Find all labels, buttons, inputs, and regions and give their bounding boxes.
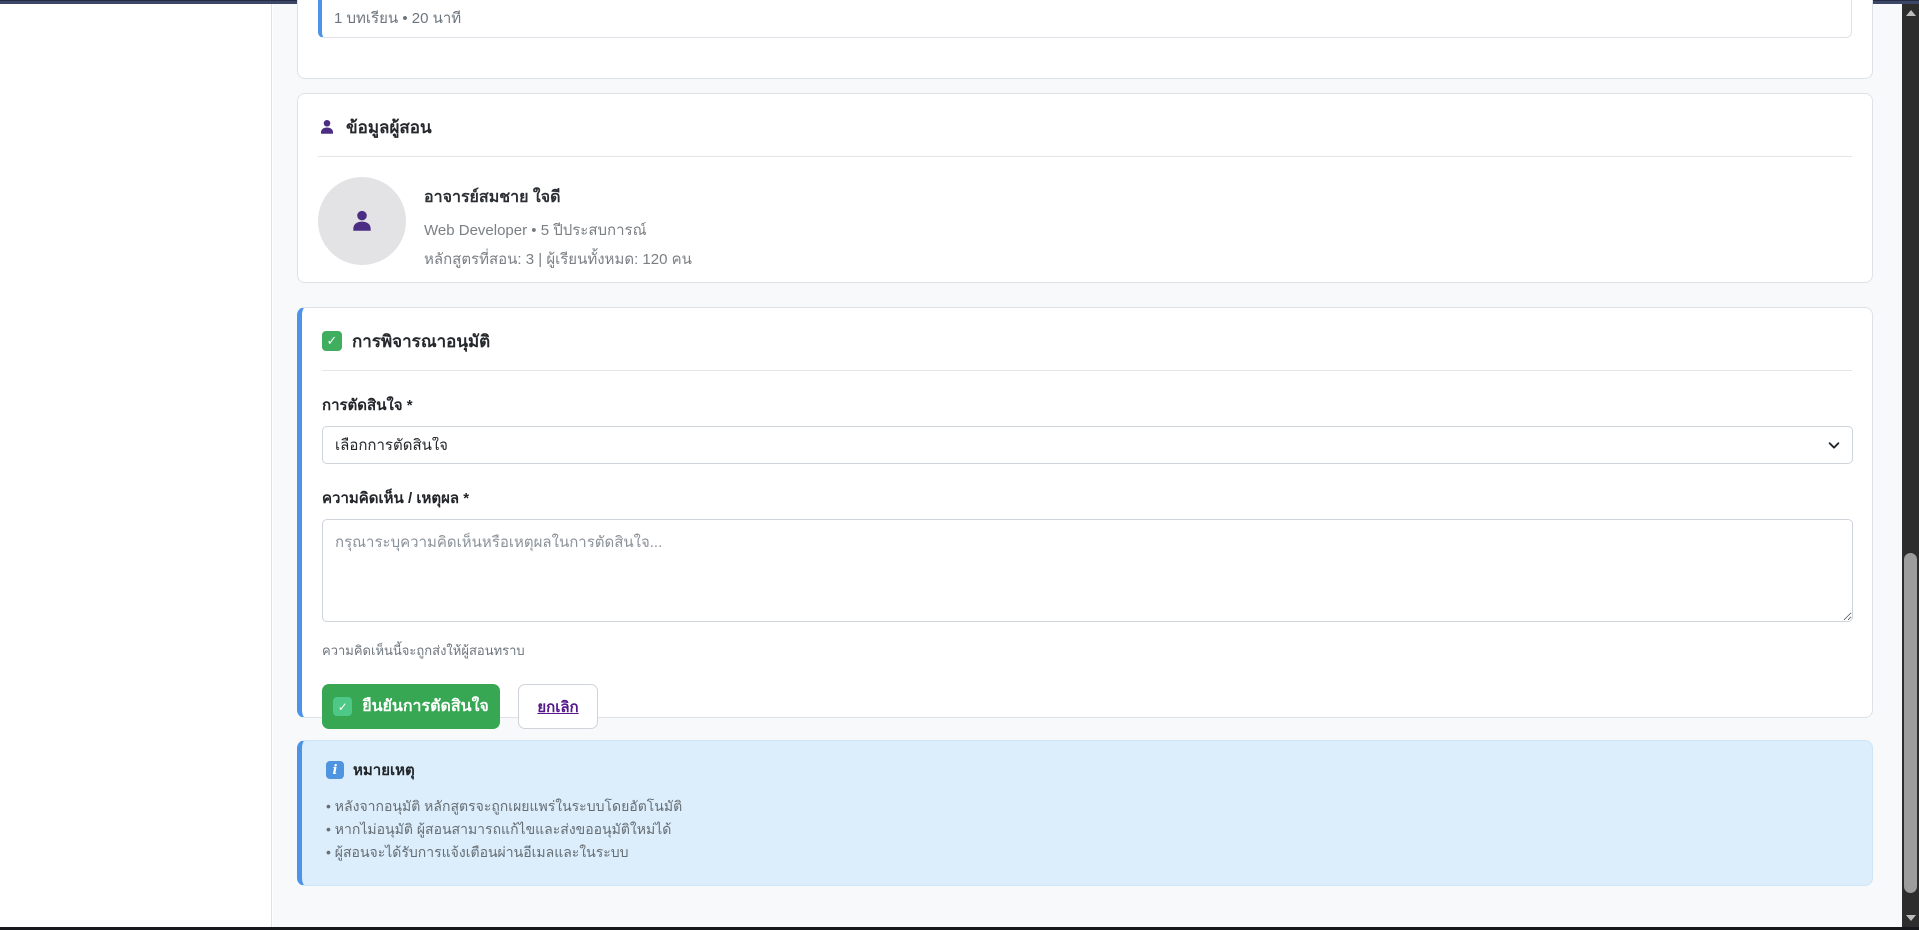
confirm-decision-button[interactable]: ✓ ยืนยันการตัดสินใจ — [322, 684, 500, 729]
confirm-button-label: ยืนยันการตัดสินใจ — [362, 694, 489, 719]
course-content-card: 1 บทเรียน • 20 นาที — [297, 0, 1873, 79]
avatar — [318, 177, 406, 265]
instructor-card-title: ข้อมูลผู้สอน — [346, 114, 432, 141]
note-list: หลังจากอนุมัติ หลักสูตรจะถูกเผยแพร่ในระบ… — [326, 795, 1848, 864]
scrollbar-thumb[interactable] — [1904, 553, 1917, 893]
approval-card-header: ✓ การพิจารณาอนุมัติ — [322, 328, 1852, 354]
approval-card: ✓ การพิจารณาอนุมัติ การตัดสินใจ * เลือกก… — [297, 307, 1873, 718]
divider — [318, 156, 1852, 157]
scrollbar-down-arrow[interactable] — [1902, 911, 1919, 925]
comment-label: ความคิดเห็น / เหตุผล * — [322, 486, 1852, 510]
cancel-button[interactable]: ยกเลิก — [518, 684, 598, 729]
instructor-info: อาจารย์สมชาย ใจดี Web Developer • 5 ปีปร… — [424, 177, 692, 271]
sidebar — [0, 4, 272, 927]
note-card: i หมายเหตุ หลังจากอนุมัติ หลักสูตรจะถูกเ… — [297, 740, 1873, 886]
instructor-card: ข้อมูลผู้สอน อาจารย์สมชาย ใจดี Web Devel… — [297, 93, 1873, 283]
note-item: หลังจากอนุมัติ หลักสูตรจะถูกเผยแพร่ในระบ… — [326, 795, 1848, 818]
comment-help-text: ความคิดเห็นนี้จะถูกส่งให้ผู้สอนทราบ — [322, 640, 1852, 661]
confirm-check-icon: ✓ — [333, 697, 352, 716]
comment-textarea[interactable] — [322, 519, 1853, 622]
note-title: หมายเหตุ — [353, 758, 415, 782]
action-buttons: ✓ ยืนยันการตัดสินใจ ยกเลิก — [322, 684, 1852, 729]
note-item: ผู้สอนจะได้รับการแจ้งเตือนผ่านอีเมลและใน… — [326, 841, 1848, 864]
divider — [322, 370, 1852, 371]
lesson-item: 1 บทเรียน • 20 นาที — [318, 0, 1852, 38]
instructor-name: อาจารย์สมชาย ใจดี — [424, 185, 692, 210]
decision-select[interactable]: เลือกการตัดสินใจ — [322, 426, 1853, 464]
main-content: 1 บทเรียน • 20 นาที ข้อมูลผู้สอน — [273, 4, 1902, 927]
scrollbar-up-arrow[interactable] — [1902, 6, 1919, 20]
instructor-card-header: ข้อมูลผู้สอน — [318, 114, 1852, 140]
check-icon: ✓ — [322, 331, 342, 351]
decision-label: การตัดสินใจ * — [322, 393, 1852, 417]
avatar-person-icon — [349, 208, 375, 234]
note-header: i หมายเหตุ — [326, 758, 1848, 782]
decision-select-wrap: เลือกการตัดสินใจ — [322, 426, 1853, 464]
info-icon: i — [326, 761, 344, 779]
scrollbar[interactable] — [1902, 4, 1919, 927]
instructor-subtitle: Web Developer • 5 ปีประสบการณ์ — [424, 218, 692, 242]
approval-card-title: การพิจารณาอนุมัติ — [352, 328, 490, 355]
instructor-stats: หลักสูตรที่สอน: 3 | ผู้เรียนทั้งหมด: 120… — [424, 247, 692, 271]
person-icon — [318, 118, 336, 136]
instructor-body: อาจารย์สมชาย ใจดี Web Developer • 5 ปีปร… — [318, 177, 1852, 271]
lesson-meta: 1 บทเรียน • 20 นาที — [334, 6, 1839, 30]
note-item: หากไม่อนุมัติ ผู้สอนสามารถแก้ไขและส่งขออ… — [326, 818, 1848, 841]
page: 1 บทเรียน • 20 นาที ข้อมูลผู้สอน — [0, 0, 1919, 930]
